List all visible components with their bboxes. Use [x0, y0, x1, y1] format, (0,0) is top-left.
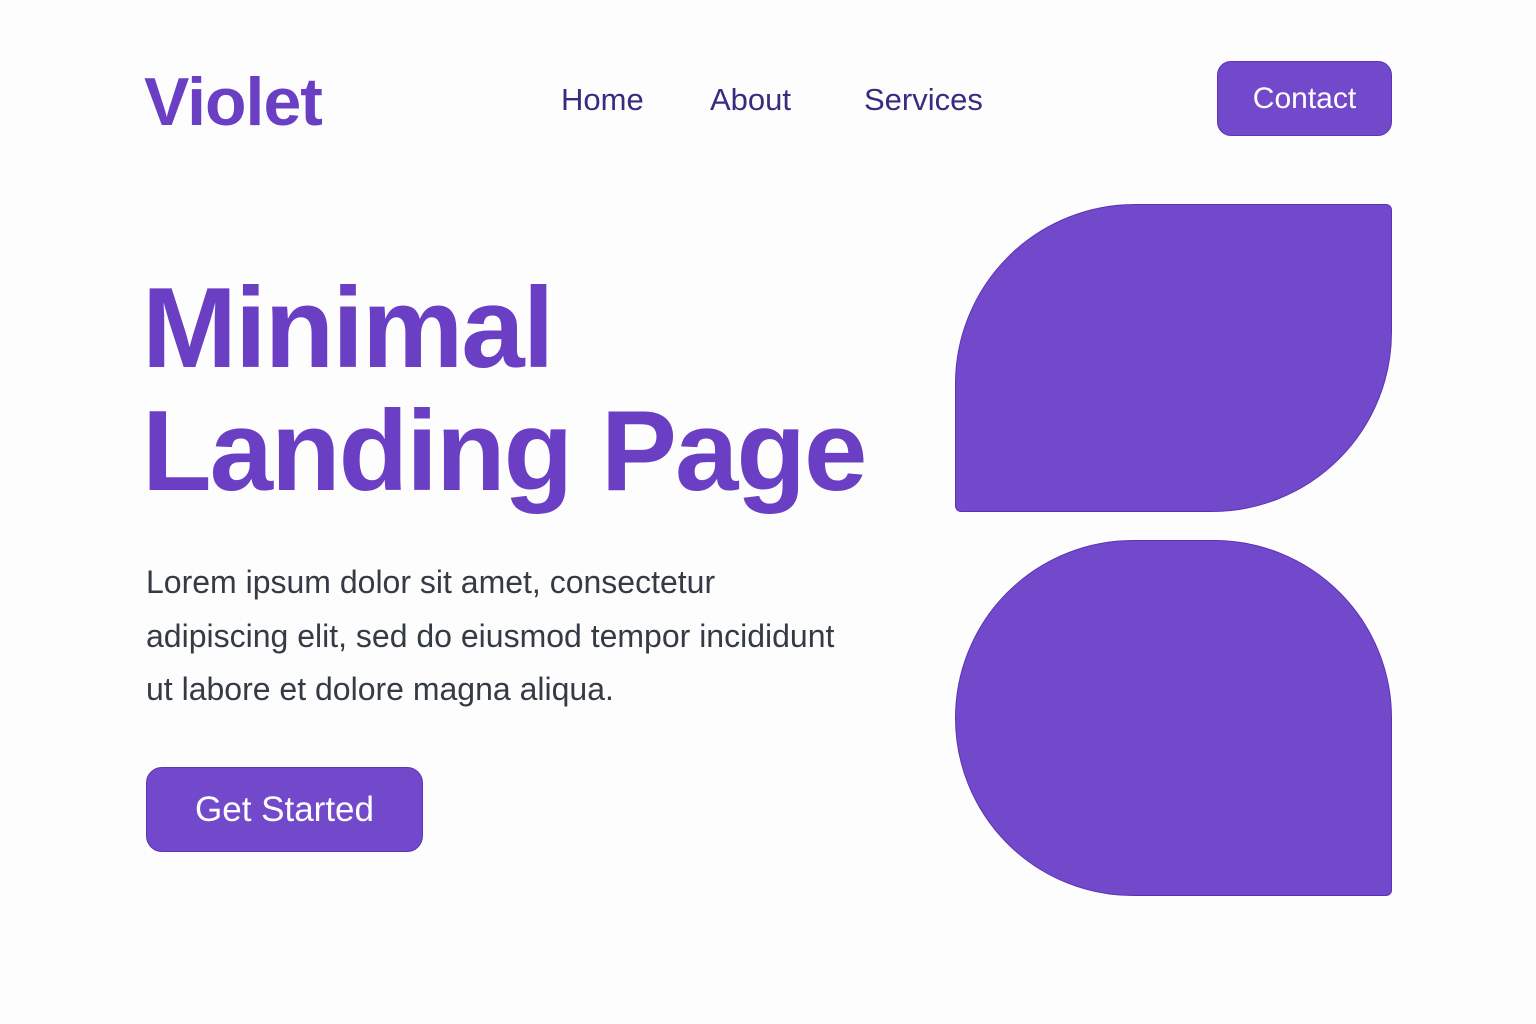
get-started-button[interactable]: Get Started: [146, 767, 423, 852]
nav-link-services[interactable]: Services: [864, 78, 983, 122]
hero-description: Lorem ipsum dolor sit amet, consectetur …: [146, 564, 835, 707]
hero-title-line-1: Minimal: [142, 265, 554, 392]
hero-title: Minimal Landing Page: [142, 265, 867, 515]
hero-title-line-2: Landing Page: [142, 388, 867, 515]
decorative-leaf-shape-top: [955, 204, 1392, 512]
brand-logo[interactable]: Violet: [144, 62, 323, 142]
nav-link-home[interactable]: Home: [561, 78, 644, 122]
decorative-leaf-shape-bottom: [955, 540, 1392, 896]
nav-link-about[interactable]: About: [710, 78, 791, 122]
contact-button[interactable]: Contact: [1217, 61, 1392, 136]
